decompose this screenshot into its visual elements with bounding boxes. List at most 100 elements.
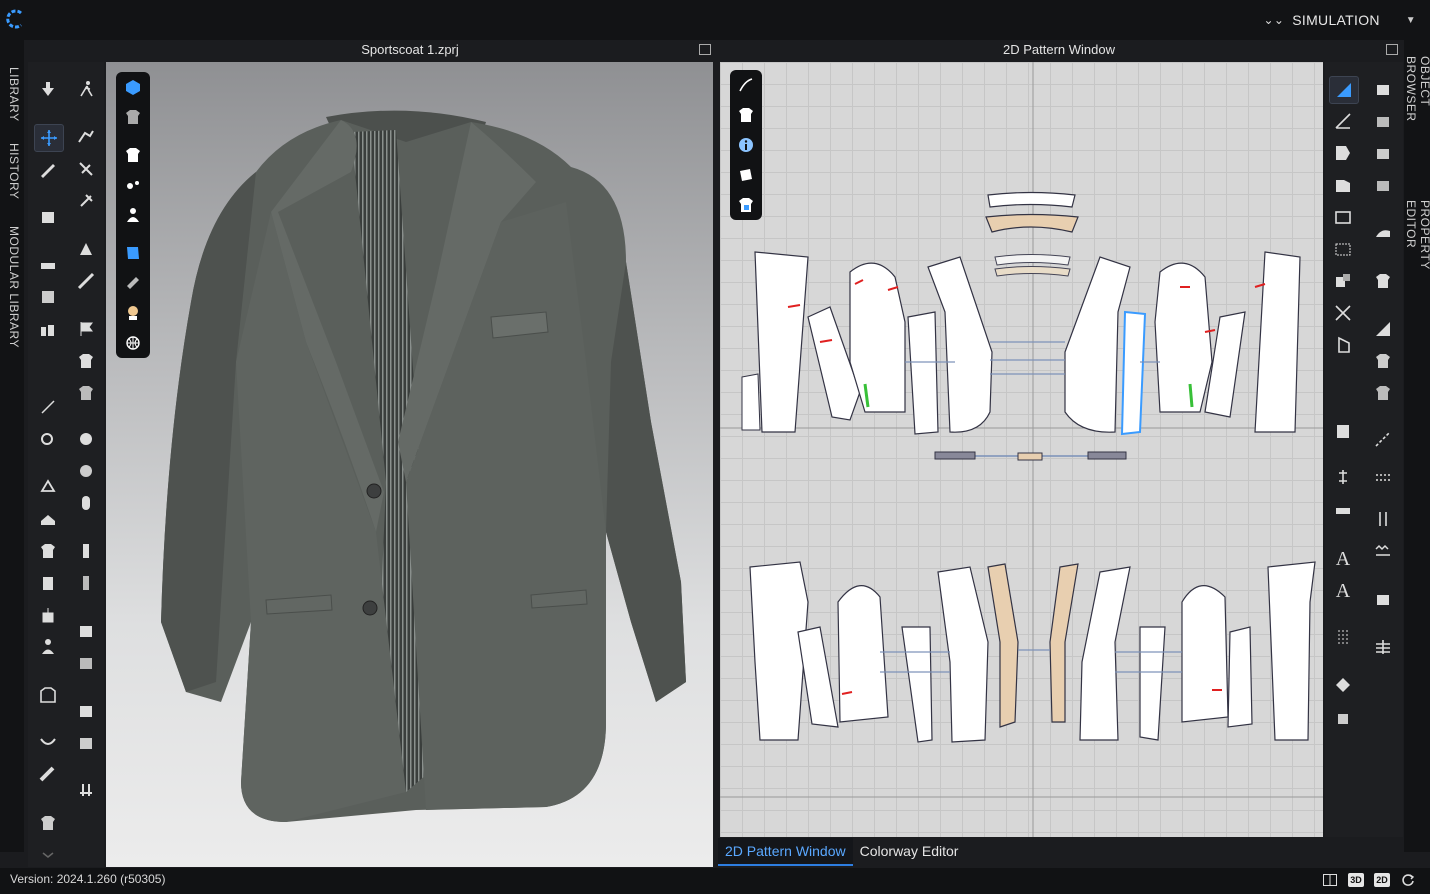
tab-2d-pattern-window[interactable]: 2D Pattern Window (718, 838, 853, 866)
pen-icon[interactable] (730, 70, 762, 100)
3d-view-button[interactable]: 3D (1348, 873, 1364, 887)
steam-iron-icon[interactable] (1369, 220, 1397, 246)
internal-rectangle-icon[interactable] (1329, 236, 1357, 262)
tape-measure-icon[interactable] (1329, 498, 1357, 524)
fold-pattern-icon[interactable] (1369, 316, 1397, 342)
transform-gizmo-icon[interactable] (34, 124, 64, 152)
button-icon[interactable] (72, 426, 100, 452)
puckering-icon[interactable] (34, 570, 62, 596)
transform-pattern-icon[interactable] (1329, 76, 1359, 104)
dashed-diagonal-icon[interactable] (1369, 426, 1397, 452)
zigzag-stitch-icon[interactable] (1369, 538, 1397, 564)
shirt-texture-icon[interactable] (1369, 380, 1397, 406)
dart-icon[interactable] (1329, 268, 1357, 294)
select-move-icon[interactable] (34, 76, 62, 102)
select-trim-icon[interactable] (34, 474, 62, 500)
tab-colorway-editor[interactable]: Colorway Editor (853, 838, 966, 866)
shirt-grid-icon[interactable] (1369, 348, 1397, 374)
zipper-slider-icon[interactable] (72, 538, 100, 564)
trace-icon[interactable] (1329, 332, 1357, 358)
tab-library[interactable]: LIBRARY (2, 64, 26, 124)
free-sewing-icon[interactable] (1369, 140, 1397, 166)
edit-pattern-3d-icon[interactable] (34, 156, 62, 182)
pattern-annotation-icon[interactable]: A (1329, 578, 1357, 604)
button-trim-icon[interactable] (1369, 586, 1397, 612)
cube-view-icon[interactable] (116, 72, 150, 102)
zipper-2d-icon[interactable] (1369, 634, 1397, 660)
maximize-2d-icon[interactable] (1386, 44, 1398, 55)
pin-2d-icon[interactable] (1329, 672, 1357, 698)
tack-icon[interactable] (72, 156, 100, 182)
zipper-icon[interactable] (34, 506, 62, 532)
pleat-icon[interactable] (72, 650, 100, 676)
show-trims-icon[interactable] (116, 170, 150, 200)
avatar-measure-icon[interactable] (34, 634, 62, 660)
seam-tape-icon[interactable] (34, 730, 62, 756)
grainline-icon[interactable] (1329, 624, 1357, 650)
3d-viewport[interactable] (106, 62, 713, 867)
info-icon[interactable] (730, 130, 762, 160)
tape-icon[interactable] (34, 602, 62, 628)
tab-history[interactable]: HISTORY (2, 140, 26, 202)
polygon-icon[interactable] (1329, 172, 1357, 198)
needle-icon[interactable] (34, 394, 62, 420)
environment-icon[interactable] (116, 328, 150, 358)
check-sewing-icon[interactable] (1369, 172, 1397, 198)
fold-arrangement-icon[interactable] (72, 124, 100, 150)
2d-view-button[interactable]: 2D (1374, 873, 1390, 887)
dashed-line-icon[interactable] (1369, 464, 1397, 490)
hanger-icon[interactable] (34, 810, 62, 836)
fabric-piece-icon[interactable] (730, 160, 762, 190)
notch-icon[interactable] (1329, 418, 1357, 444)
grading-icon[interactable] (1329, 464, 1357, 490)
cut-line-icon[interactable] (1329, 300, 1357, 326)
toolbar-more-icon[interactable] (34, 842, 62, 868)
sew-pattern-icon[interactable] (1369, 76, 1397, 102)
lining-icon[interactable] (72, 730, 100, 756)
topstitch-icon[interactable] (1369, 506, 1397, 532)
show-garment-icon[interactable] (116, 140, 150, 170)
zipper-pull-icon[interactable] (72, 570, 100, 596)
surface-view-icon[interactable] (116, 268, 150, 298)
shirt-pattern-icon[interactable] (72, 380, 100, 406)
shrinkage-icon[interactable] (72, 268, 100, 294)
maximize-3d-icon[interactable] (699, 44, 711, 55)
avatar-group-icon[interactable] (34, 316, 62, 342)
tab-property-editor[interactable]: PROPERTY EDITOR (1404, 200, 1430, 316)
arrangement-point-icon[interactable] (34, 682, 62, 708)
garment-trim-icon[interactable] (1369, 268, 1397, 294)
piping-icon[interactable] (72, 618, 100, 644)
ruler-icon[interactable] (34, 762, 62, 788)
caret-down-icon[interactable]: ▼ (1406, 15, 1416, 26)
select-button-icon[interactable] (72, 458, 100, 484)
elastic-icon[interactable] (72, 778, 100, 804)
sewing-tool-icon[interactable] (34, 426, 62, 452)
avatar-skin-icon[interactable] (116, 298, 150, 328)
texture-view-icon[interactable] (116, 238, 150, 268)
fold-shirt-icon[interactable] (34, 538, 62, 564)
edit-point-icon[interactable] (1329, 108, 1357, 134)
avatar-pose-icon[interactable] (72, 76, 100, 102)
tab-object-browser[interactable]: OBJECT BROWSER (1404, 56, 1430, 172)
pattern-shirt-icon[interactable] (730, 100, 762, 130)
show-avatar-icon[interactable] (116, 200, 150, 230)
strengthen-icon[interactable] (72, 236, 100, 262)
split-view-icon[interactable] (1322, 873, 1338, 887)
rectangle-icon[interactable] (1329, 204, 1357, 230)
segment-sewing-icon[interactable] (1369, 108, 1397, 134)
fabric-drape-icon[interactable] (34, 284, 62, 310)
annotation-icon[interactable]: A (1329, 546, 1357, 572)
measure-icon[interactable] (34, 252, 62, 278)
buttonhole-icon[interactable] (72, 490, 100, 516)
garment-fit-icon[interactable] (34, 204, 62, 230)
shirt-lock-icon[interactable] (730, 190, 762, 220)
tab-modular-library[interactable]: MODULAR LIBRARY (2, 226, 26, 348)
pin-icon[interactable] (72, 188, 100, 214)
simulation-menu[interactable]: ⌄⌄ SIMULATION ▼ (1264, 12, 1416, 28)
refresh-icon[interactable] (1400, 873, 1416, 887)
shirt-checker-icon[interactable] (72, 348, 100, 374)
hand-tool-icon[interactable] (1329, 704, 1357, 730)
gusset-icon[interactable] (72, 698, 100, 724)
garment-view-icon[interactable] (116, 102, 150, 132)
flag-icon[interactable] (72, 316, 100, 342)
